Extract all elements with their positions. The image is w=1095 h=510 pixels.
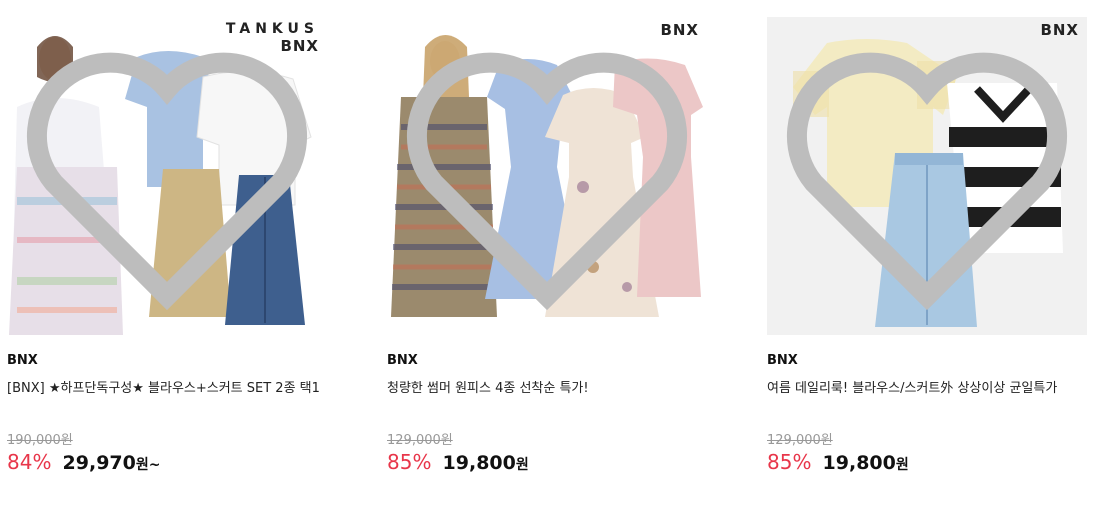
product-card[interactable]: BNX BNX 여름 데일리룩! 블라우스/스커트外 상상이상 균일특가 129… <box>767 17 1087 476</box>
original-price: 190,000원 <box>7 433 73 448</box>
product-title[interactable]: 여름 데일리룩! 블라우스/스커트外 상상이상 균일특가 <box>767 377 1087 396</box>
discount-rate: 85% <box>767 450 812 474</box>
discount-rate: 85% <box>387 450 432 474</box>
product-card[interactable]: TANKUS BNX BNX [BNX] ★하프단독구성★ 블라우스+스커트 S… <box>7 17 327 476</box>
product-image[interactable]: BNX <box>767 17 1087 335</box>
heart-outline-icon[interactable] <box>7 17 327 335</box>
brand-name: BNX <box>387 353 418 368</box>
product-title[interactable]: 청량한 썸머 원피스 4종 선착순 특가! <box>387 377 707 396</box>
product-image[interactable]: TANKUS BNX <box>7 17 327 335</box>
brand-name: BNX <box>7 353 38 368</box>
sale-price: 29,970 <box>62 452 136 474</box>
original-price: 129,000원 <box>387 433 453 448</box>
price-currency: 원 <box>895 457 909 473</box>
sale-price: 19,800 <box>442 452 516 474</box>
discount-rate: 84% <box>7 450 52 474</box>
product-card[interactable]: BNX BNX 청량한 썸머 원피스 4종 선착순 특가! 129,000원 8… <box>387 17 707 476</box>
heart-outline-icon[interactable] <box>387 17 707 335</box>
brand-name: BNX <box>767 353 798 368</box>
price-line: 85% 19,800원 <box>767 450 1087 476</box>
heart-outline-icon[interactable] <box>767 17 1087 335</box>
original-price: 129,000원 <box>767 433 833 448</box>
product-title[interactable]: [BNX] ★하프단독구성★ 블라우스+스커트 SET 2종 택1 <box>7 377 327 396</box>
sale-price: 19,800 <box>822 452 896 474</box>
price-currency: 원 <box>515 457 529 473</box>
product-image[interactable]: BNX <box>387 17 707 335</box>
price-currency: 원~ <box>135 457 161 473</box>
price-line: 85% 19,800원 <box>387 450 707 476</box>
price-line: 84% 29,970원~ <box>7 450 327 476</box>
